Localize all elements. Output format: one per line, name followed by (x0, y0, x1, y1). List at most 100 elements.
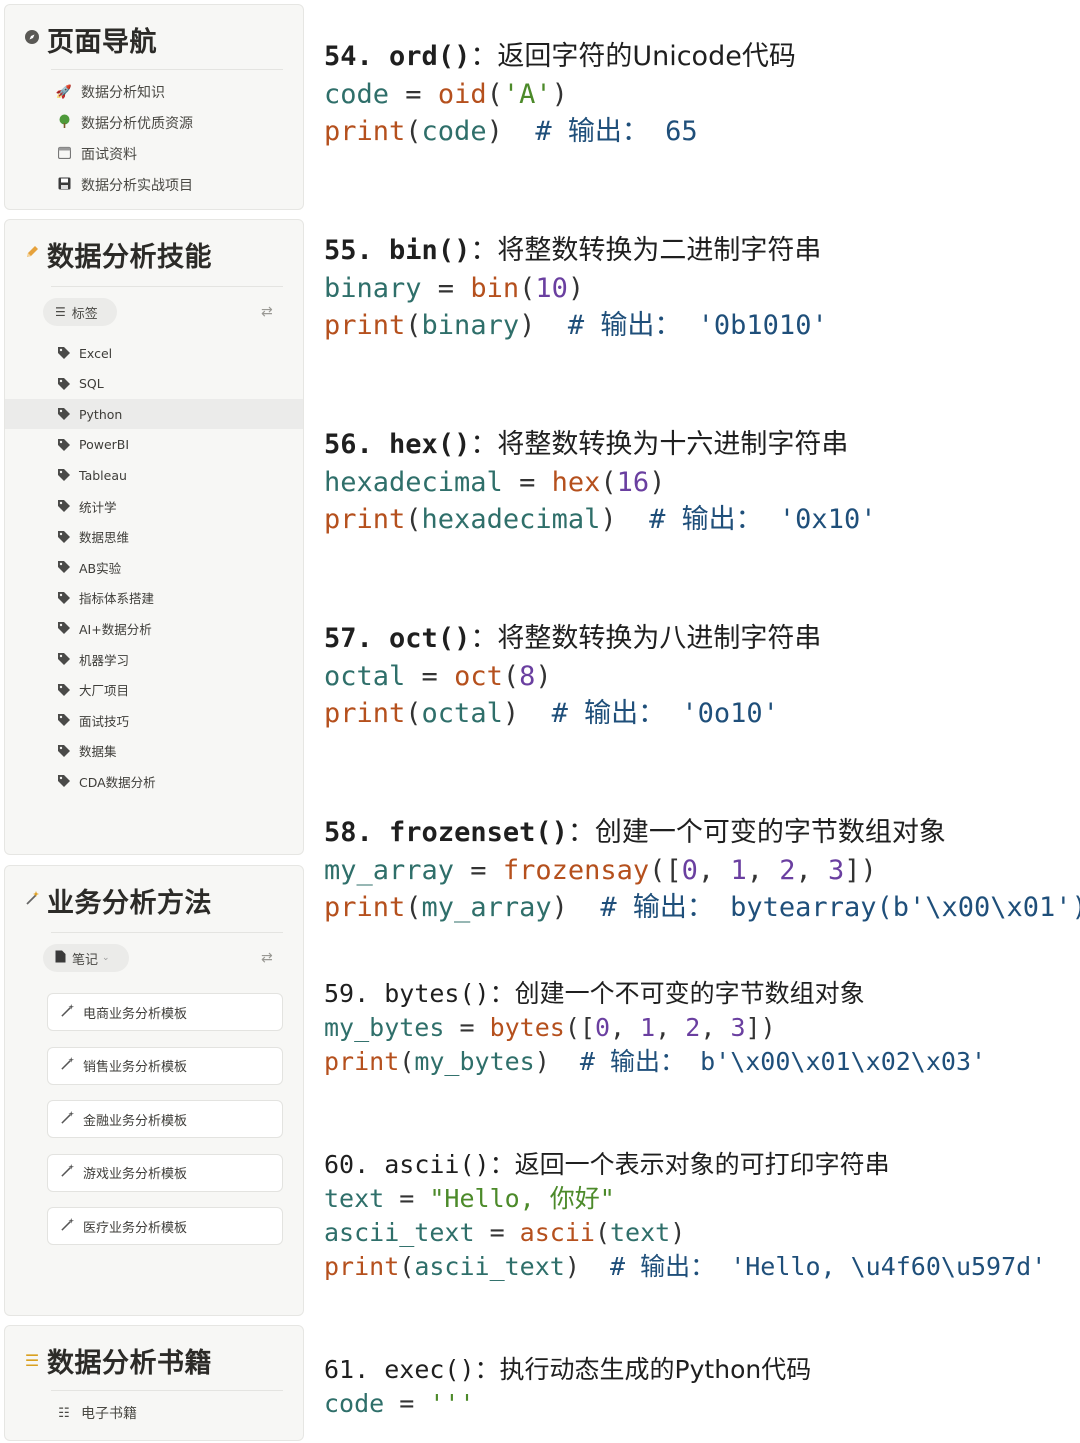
checklist-icon: ☷ (58, 1405, 70, 1421)
tag-icon (57, 560, 73, 574)
books-item-ebooks[interactable]: ☷ 电子书籍 (5, 1398, 303, 1428)
code-line: print(octal) # 输出： '0o10' (324, 698, 779, 729)
nav-item-knowledge[interactable]: 🚀 数据分析知识 (5, 77, 303, 107)
code-line: hexadecimal = hex(16) (324, 466, 666, 498)
code-line: my_bytes = bytes([0, 1, 2, 3]) (324, 1013, 776, 1042)
tag-icon (57, 530, 73, 544)
tree-icon (53, 114, 75, 132)
code-line: code = oid('A') (324, 78, 568, 110)
code-block-60: 60. ascii()：返回一个表示对象的可打印字符串 text = "Hell… (324, 1148, 1046, 1284)
code-line: print(code) # 输出： 65 (324, 116, 698, 147)
nav-panel-title: 页面导航 (47, 26, 157, 58)
code-line: print(my_bytes) # 输出： b'\x00\x01\x02\x03… (324, 1047, 987, 1076)
magic-wand-icon (60, 1056, 75, 1075)
checklist-icon: ☰ (24, 1350, 40, 1370)
code-heading: 54. ord()：返回字符的Unicode代码 (324, 41, 796, 72)
nav-item-label: 数据分析知识 (81, 85, 165, 101)
code-line: binary = bin(10) (324, 272, 585, 304)
magic-wand-icon (60, 1003, 75, 1022)
nav-item-interview[interactable]: 面试资料 (5, 139, 303, 169)
code-line: print(my_array) # 输出： bytearray(b'\x00\x… (324, 892, 1080, 923)
tag-item[interactable]: AB实验 (5, 552, 303, 582)
view-pill-notes[interactable]: 笔记 ⌄ (43, 944, 129, 972)
tag-item[interactable]: Tableau (5, 460, 303, 490)
code-heading: 58. frozenset()：创建一个可变的字节数组对象 (324, 817, 946, 848)
magic-wand-icon (17, 890, 47, 911)
template-label: 金融业务分析模板 (83, 1113, 188, 1129)
list-icon: ☰ (55, 305, 66, 319)
tag-icon (57, 652, 73, 666)
tag-item[interactable]: Python (5, 399, 303, 430)
template-button[interactable]: 医疗业务分析模板 (47, 1207, 283, 1245)
filter-settings-icon[interactable]: ⇄ (261, 304, 273, 320)
tag-label: 面试技巧 (79, 713, 130, 729)
chevron-down-icon: ⌄ (102, 953, 110, 963)
tag-icon (57, 377, 73, 391)
tag-item[interactable]: 大厂项目 (5, 675, 303, 705)
tag-item[interactable]: 机器学习 (5, 644, 303, 674)
tag-item[interactable]: 面试技巧 (5, 705, 303, 735)
tag-item[interactable]: CDA数据分析 (5, 766, 303, 796)
books-panel-title: 数据分析书籍 (47, 1347, 212, 1379)
template-button[interactable]: 销售业务分析模板 (47, 1046, 283, 1085)
tag-item[interactable]: AI+数据分析 (5, 613, 303, 643)
code-block-61: 61. exec()：执行动态生成的Python代码 code = ''' (324, 1353, 811, 1421)
divider (51, 286, 283, 287)
tag-icon (57, 683, 73, 697)
floppy-icon (53, 177, 75, 194)
books-panel-header: ☰ 数据分析书籍 (5, 1340, 303, 1380)
code-line: ascii_text = ascii(text) (324, 1218, 686, 1247)
tag-item[interactable]: Excel (5, 338, 303, 368)
tag-label: SQL (79, 376, 104, 392)
tag-label: 指标体系搭建 (79, 591, 155, 607)
tag-label: Python (79, 406, 123, 422)
template-button[interactable]: 金融业务分析模板 (47, 1100, 283, 1138)
magic-wand-icon (60, 1163, 75, 1182)
document-icon (55, 950, 66, 966)
code-line: text = "Hello, 你好" (324, 1184, 615, 1213)
tag-label: 数据集 (79, 744, 117, 760)
tag-item[interactable]: 数据集 (5, 736, 303, 766)
code-block-59: 59. bytes()：创建一个不可变的字节数组对象 my_bytes = by… (324, 977, 986, 1079)
pencil-icon (17, 244, 47, 265)
template-label: 医疗业务分析模板 (83, 1220, 188, 1236)
tag-label: AI+数据分析 (79, 621, 152, 637)
code-line: print(hexadecimal) # 输出： '0x10' (324, 504, 877, 535)
tag-label: 机器学习 (79, 652, 130, 668)
tag-label: CDA数据分析 (79, 774, 156, 790)
tag-icon (57, 468, 73, 482)
tag-icon (57, 407, 73, 421)
filter-settings-icon[interactable]: ⇄ (261, 950, 273, 966)
tag-item[interactable]: SQL (5, 369, 303, 399)
tag-icon (57, 499, 73, 513)
nav-item-resources[interactable]: 数据分析优质资源 (5, 108, 303, 138)
nav-item-label: 面试资料 (81, 147, 137, 163)
divider (51, 69, 283, 70)
tag-label: 大厂项目 (79, 683, 130, 699)
tag-label: AB实验 (79, 560, 122, 576)
rocket-icon: 🚀 (55, 84, 73, 100)
tag-item[interactable]: PowerBI (5, 430, 303, 460)
tag-label: Excel (79, 345, 113, 361)
view-pill-tags[interactable]: ☰ 标签 (43, 298, 117, 326)
code-heading: 61. exec()：执行动态生成的Python代码 (324, 1355, 812, 1384)
code-block-58: 58. frozenset()：创建一个可变的字节数组对象 my_array =… (324, 814, 1080, 927)
code-line: my_array = frozensay([0, 1, 2, 3]) (324, 854, 877, 886)
nav-item-projects[interactable]: 数据分析实战项目 (5, 170, 303, 200)
methods-panel-header: 业务分析方法 (5, 880, 303, 920)
template-button[interactable]: 电商业务分析模板 (47, 993, 283, 1031)
tag-item[interactable]: 统计学 (5, 491, 303, 521)
skills-panel-header: 数据分析技能 (5, 234, 303, 274)
tag-item[interactable]: 指标体系搭建 (5, 583, 303, 613)
tag-label: 统计学 (79, 499, 117, 515)
tag-icon (57, 713, 73, 727)
code-block-54: 54. ord()：返回字符的Unicode代码 code = oid('A')… (324, 38, 796, 151)
template-button[interactable]: 游戏业务分析模板 (47, 1153, 283, 1192)
magic-wand-icon (60, 1110, 75, 1129)
tag-item[interactable]: 数据思维 (5, 522, 303, 552)
nav-item-label: 数据分析优质资源 (81, 116, 193, 132)
magic-wand-icon (60, 1217, 75, 1236)
tag-icon (57, 744, 73, 758)
code-heading: 55. bin()：将整数转换为二进制字符串 (324, 235, 822, 266)
code-line: print(binary) # 输出： '0b1010' (324, 310, 828, 341)
